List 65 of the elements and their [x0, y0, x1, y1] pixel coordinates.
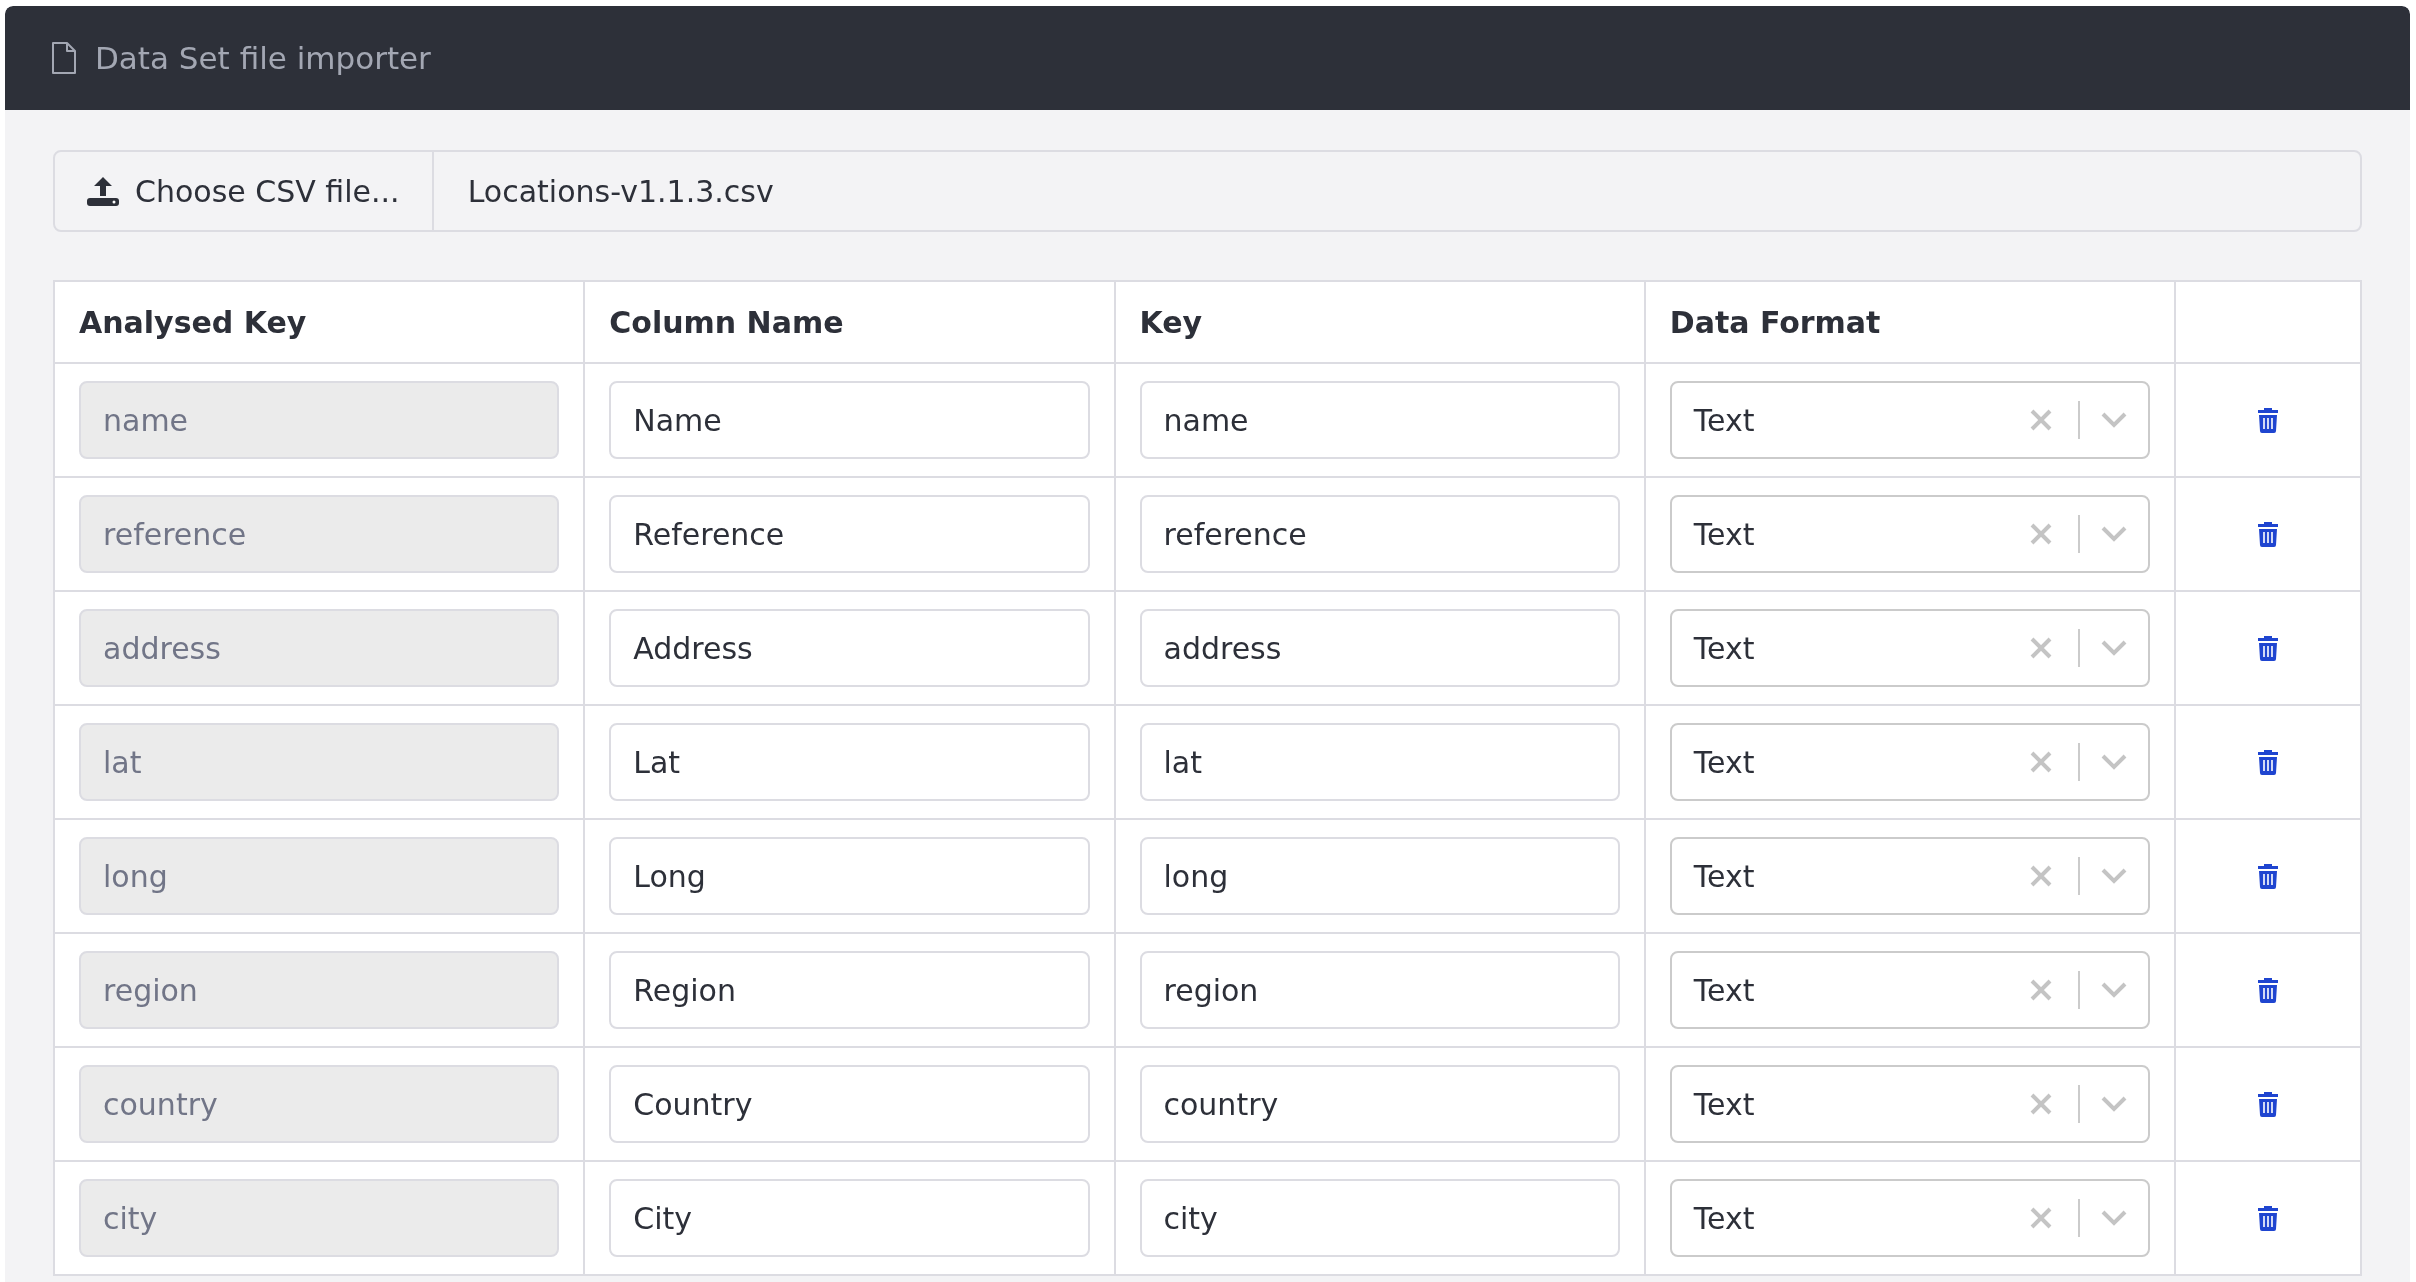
trash-icon[interactable]: [2257, 1091, 2279, 1117]
chevron-down-icon[interactable]: [2100, 867, 2128, 885]
trash-icon[interactable]: [2257, 1205, 2279, 1231]
trash-icon[interactable]: [2257, 407, 2279, 433]
data-format-select[interactable]: Text: [1669, 1179, 2150, 1257]
analysed-key-field[interactable]: lat: [79, 723, 560, 801]
data-format-select[interactable]: Text: [1669, 1065, 2150, 1143]
data-format-select[interactable]: Text: [1669, 381, 2150, 459]
chevron-down-icon[interactable]: [2100, 981, 2128, 999]
column-name-field[interactable]: Address: [609, 609, 1090, 687]
column-name-field[interactable]: Country: [609, 1065, 1090, 1143]
clear-icon[interactable]: [2028, 521, 2054, 547]
chevron-down-icon[interactable]: [2100, 753, 2128, 771]
chevron-down-icon[interactable]: [2100, 1095, 2128, 1113]
key-field[interactable]: lat: [1139, 723, 1620, 801]
trash-icon[interactable]: [2257, 863, 2279, 889]
trash-icon[interactable]: [2257, 521, 2279, 547]
column-header: Key: [1139, 304, 1203, 340]
chevron-down-icon[interactable]: [2100, 411, 2128, 429]
data-format-select[interactable]: Text: [1669, 951, 2150, 1029]
data-format-select[interactable]: Text: [1669, 609, 2150, 687]
analysed-key-field[interactable]: address: [79, 609, 560, 687]
analysed-key-field[interactable]: region: [79, 951, 560, 1029]
file-name: Locations-v1.1.3.csv: [466, 172, 774, 211]
clear-icon[interactable]: [2028, 1205, 2054, 1231]
analysed-key-field[interactable]: name: [79, 381, 560, 459]
column-header: Column Name: [609, 304, 844, 340]
analysed-key-field[interactable]: city: [79, 1179, 560, 1257]
analysed-key-field[interactable]: reference: [79, 495, 560, 573]
key-field[interactable]: country: [1139, 1065, 1620, 1143]
choose-file-button[interactable]: Choose CSV file...: [55, 152, 434, 230]
trash-icon[interactable]: [2257, 749, 2279, 775]
key-field[interactable]: address: [1139, 609, 1620, 687]
document-icon: [51, 41, 77, 75]
key-field[interactable]: reference: [1139, 495, 1620, 573]
chevron-down-icon[interactable]: [2100, 639, 2128, 657]
data-format-select[interactable]: Text: [1669, 723, 2150, 801]
column-header: Analysed Key: [79, 304, 307, 340]
column-name-field[interactable]: Long: [609, 837, 1090, 915]
clear-icon[interactable]: [2028, 407, 2054, 433]
key-field[interactable]: long: [1139, 837, 1620, 915]
window-title: Data Set file importer: [95, 40, 431, 76]
clear-icon[interactable]: [2028, 635, 2054, 661]
analysed-key-field[interactable]: country: [79, 1065, 560, 1143]
clear-icon[interactable]: [2028, 1091, 2054, 1117]
upload-icon: [85, 175, 121, 207]
data-format-select[interactable]: Text: [1669, 495, 2150, 573]
clear-icon[interactable]: [2028, 749, 2054, 775]
clear-icon[interactable]: [2028, 863, 2054, 889]
analysed-key-field[interactable]: long: [79, 837, 560, 915]
data-format-select[interactable]: Text: [1669, 837, 2150, 915]
column-header: Data Format: [1669, 304, 1881, 340]
key-field[interactable]: city: [1139, 1179, 1620, 1257]
key-field[interactable]: name: [1139, 381, 1620, 459]
chevron-down-icon[interactable]: [2100, 525, 2128, 543]
trash-icon[interactable]: [2257, 977, 2279, 1003]
column-name-field[interactable]: Reference: [609, 495, 1090, 573]
column-name-field[interactable]: Region: [609, 951, 1090, 1029]
clear-icon[interactable]: [2028, 977, 2054, 1003]
column-name-field[interactable]: City: [609, 1179, 1090, 1257]
column-name-field[interactable]: Lat: [609, 723, 1090, 801]
column-name-field[interactable]: Name: [609, 381, 1090, 459]
trash-icon[interactable]: [2257, 635, 2279, 661]
chevron-down-icon[interactable]: [2100, 1209, 2128, 1227]
key-field[interactable]: region: [1139, 951, 1620, 1029]
